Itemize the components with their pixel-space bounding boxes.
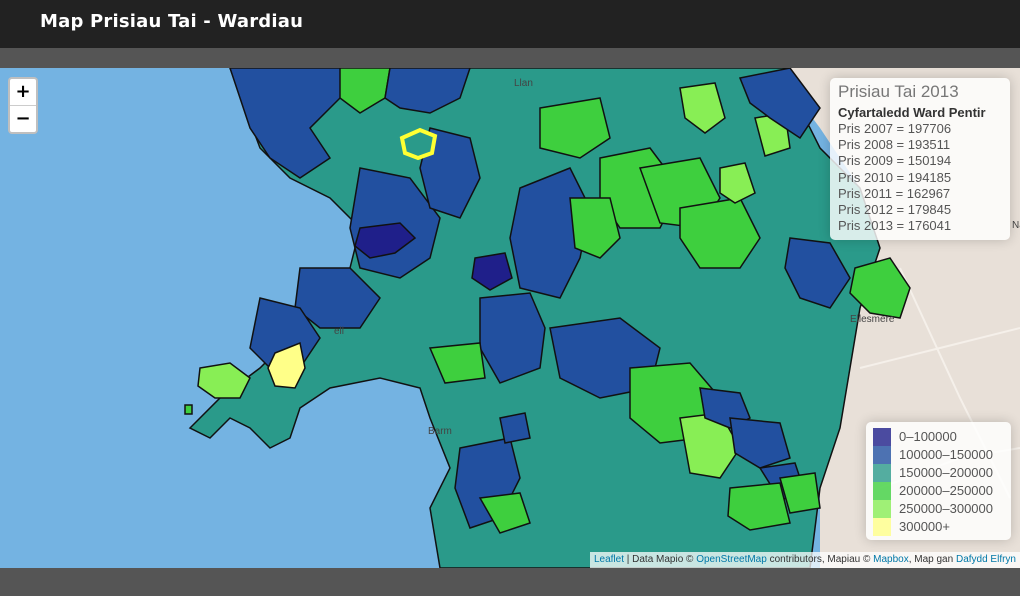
place-label-nantw: Nantw	[1012, 220, 1020, 231]
legend-panel: 0–100000 100000–150000 150000–200000 200…	[866, 422, 1011, 540]
attribution-text: , Map gan	[908, 554, 956, 565]
legend-label: 150000–200000	[899, 465, 993, 480]
legend-label: 300000+	[899, 519, 950, 534]
author-link[interactable]: Dafydd Elfryn	[956, 554, 1016, 565]
legend-label: 0–100000	[899, 429, 957, 444]
place-label-ellesmere: Ellesmere	[850, 314, 895, 325]
place-label-llan: Llan	[514, 78, 533, 89]
legend-label: 250000–300000	[899, 501, 993, 516]
legend-swatch	[873, 482, 891, 500]
info-row: Pris 2008 = 193511	[838, 137, 951, 153]
top-navbar: Map Prisiau Tai - Wardiau	[0, 0, 1020, 48]
highlighted-ward-pentir[interactable]	[399, 127, 438, 161]
legend-item: 0–100000	[873, 428, 1004, 446]
ward-region[interactable]	[184, 404, 193, 415]
zoom-control: + −	[8, 77, 38, 134]
map-container[interactable]: Ellesmere Nantw Llan Barm ell + − Prisia…	[0, 68, 1020, 568]
legend-label: 100000–150000	[899, 447, 993, 462]
info-subtitle: Cyfartaledd Ward Pentir	[838, 105, 986, 120]
place-label-ell: ell	[334, 326, 345, 337]
info-row: Pris 2007 = 197706	[838, 121, 952, 136]
place-label-barm: Barm	[428, 426, 452, 437]
background-strip-bottom	[0, 568, 1020, 596]
legend-item: 100000–150000	[873, 446, 1004, 464]
info-panel: Prisiau Tai 2013 Cyfartaledd Ward Pentir…	[830, 78, 1010, 240]
info-title: Prisiau Tai 2013	[838, 82, 959, 101]
legend-item: 200000–250000	[873, 482, 1004, 500]
legend-swatch	[873, 518, 891, 536]
openstreetmap-link[interactable]: OpenStreetMap	[696, 554, 767, 565]
legend-swatch	[873, 428, 891, 446]
attribution-text: | Data Mapio ©	[623, 554, 697, 565]
legend-item: 300000+	[873, 518, 1004, 536]
info-row: Pris 2011 = 162967	[838, 185, 951, 201]
leaflet-link[interactable]: Leaflet	[594, 554, 624, 565]
legend-label: 200000–250000	[899, 483, 993, 498]
info-row: Pris 2009 = 150194	[838, 153, 952, 169]
ward-region[interactable]	[499, 412, 531, 444]
legend-item: 150000–200000	[873, 464, 1004, 482]
legend-swatch	[873, 500, 891, 518]
map-attribution: Leaflet | Data Mapio © OpenStreetMap con…	[589, 552, 1020, 568]
legend-swatch	[873, 446, 891, 464]
zoom-out-button[interactable]: −	[10, 105, 36, 132]
info-row: Pris 2013 = 176041	[838, 218, 952, 234]
legend-swatch	[873, 464, 891, 482]
legend-item: 250000–300000	[873, 500, 1004, 518]
zoom-in-button[interactable]: +	[10, 79, 36, 105]
info-row: Pris 2012 = 179845	[838, 202, 952, 218]
background-strip-top	[0, 48, 1020, 68]
attribution-text: contributors, Mapiau ©	[766, 554, 874, 565]
mapbox-link[interactable]: Mapbox	[873, 554, 909, 565]
info-row: Pris 2010 = 194185	[838, 169, 952, 185]
page-title[interactable]: Map Prisiau Tai - Wardiau	[40, 11, 303, 32]
